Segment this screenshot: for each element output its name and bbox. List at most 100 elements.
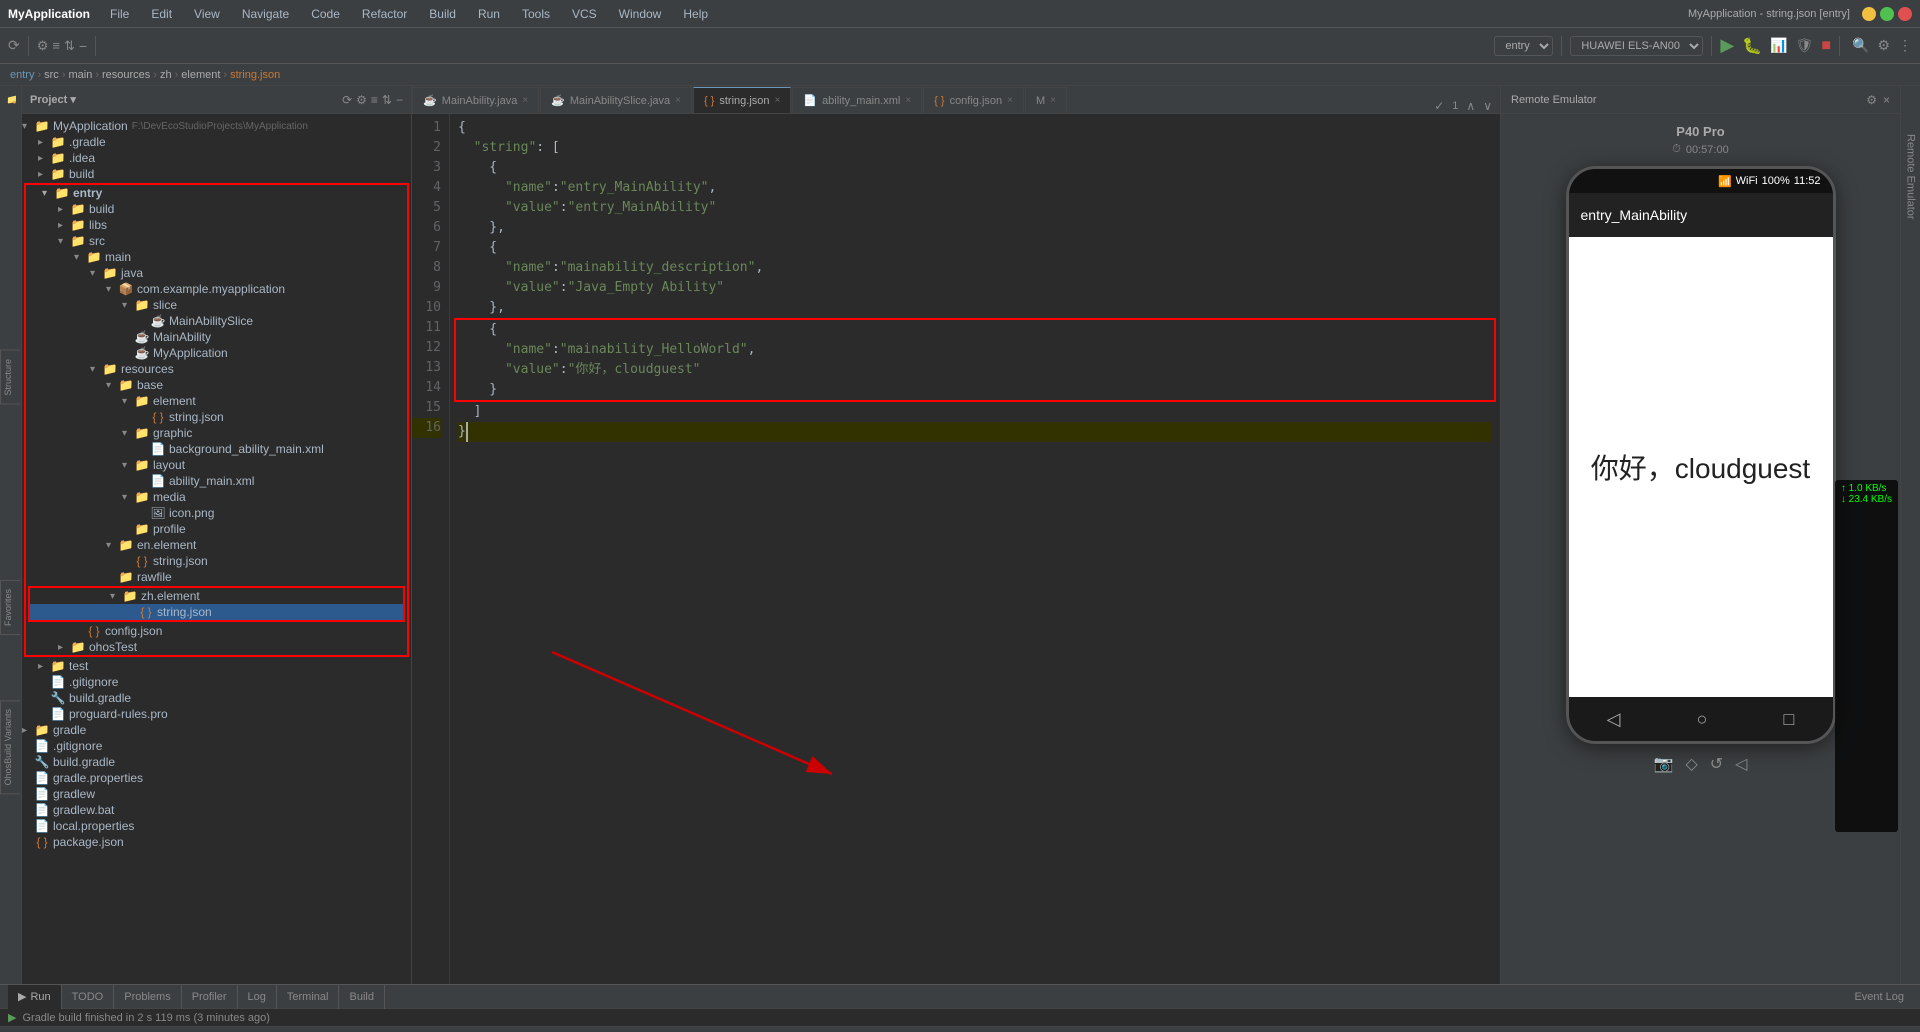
tab-close-xml[interactable]: × — [905, 95, 911, 106]
menu-run[interactable]: Run — [474, 5, 504, 23]
tab-ability-xml[interactable]: 📄 ability_main.xml × — [792, 87, 922, 113]
btab-build[interactable]: Build — [339, 985, 384, 1009]
project-cog-icon[interactable]: ⚙ — [356, 93, 367, 107]
project-sync-icon[interactable]: ⟳ — [342, 93, 352, 107]
tree-item-ohostest[interactable]: ▸ 📁 ohosTest — [26, 639, 407, 655]
toolbar-coverage-button[interactable]: 🛡 — [1796, 37, 1814, 54]
tree-item-icon-png[interactable]: ▸ 🖼 icon.png — [26, 505, 407, 521]
structure-tab[interactable]: Structure — [0, 350, 20, 405]
tree-item-build[interactable]: ▸ 📁 build — [26, 201, 407, 217]
nav-back-button[interactable]: ◁ — [1607, 709, 1621, 730]
tab-close-more[interactable]: × — [1050, 95, 1056, 106]
tree-item-ability-xml[interactable]: ▸ 📄 ability_main.xml — [26, 473, 407, 489]
tree-item-proguard[interactable]: ▸ 📄 proguard-rules.pro — [22, 706, 411, 722]
tree-item-java[interactable]: ▾ 📁 java — [26, 265, 407, 281]
tab-config-json[interactable]: { } config.json × — [923, 87, 1024, 113]
menu-tools[interactable]: Tools — [518, 5, 554, 23]
tree-item-string-en[interactable]: ▸ { } string.json — [26, 553, 407, 569]
tree-item-slice[interactable]: ▾ 📁 slice — [26, 297, 407, 313]
tree-item-myapplication[interactable]: ▾ 📁 MyApplication F:\DevEcoStudioProject… — [22, 118, 411, 134]
phone-screenshot-icon[interactable]: 📷 — [1654, 754, 1674, 774]
toolbar-icon-sync[interactable]: ⟳ — [8, 37, 20, 54]
menu-refactor[interactable]: Refactor — [358, 5, 411, 23]
menu-help[interactable]: Help — [679, 5, 712, 23]
code-editor[interactable]: 1 2 3 4 5 6 7 8 9 10 11 12 13 14 15 16 — [412, 114, 1500, 984]
project-collapse-icon[interactable]: − — [396, 93, 403, 107]
nav-recents-button[interactable]: □ — [1784, 709, 1795, 730]
phone-unknown-icon[interactable]: ◇ — [1685, 754, 1697, 774]
toolbar-more-button[interactable]: ⋮ — [1898, 37, 1912, 54]
tree-item-package-json[interactable]: ▸ { } package.json — [22, 834, 411, 850]
tab-close-mainability[interactable]: × — [522, 95, 528, 106]
menu-edit[interactable]: Edit — [147, 5, 176, 23]
tab-string-json[interactable]: { } string.json × — [693, 87, 791, 113]
nav-home-button[interactable]: ○ — [1697, 709, 1708, 730]
tree-item-gradle-properties[interactable]: ▸ 📄 gradle.properties — [22, 770, 411, 786]
menu-build[interactable]: Build — [425, 5, 460, 23]
tree-item-rawfile[interactable]: ▸ 📁 rawfile — [26, 569, 407, 585]
device-select[interactable]: HUAWEI ELS-AN00 — [1570, 36, 1703, 56]
toolbar-icon-list[interactable]: ≡ — [52, 38, 60, 53]
tree-item-build-root[interactable]: ▸ 📁 build — [22, 166, 411, 182]
tree-item-gradle[interactable]: ▸ 📁 .gradle — [22, 134, 411, 150]
tree-item-string-base[interactable]: ▸ { } string.json — [26, 409, 407, 425]
btab-problems[interactable]: Problems — [114, 985, 181, 1009]
menu-file[interactable]: File — [106, 5, 133, 23]
phone-rotate-icon[interactable]: ↺ — [1710, 754, 1723, 774]
toolbar-profile-button[interactable]: 📊 — [1770, 37, 1787, 54]
tree-item-root-gitignore[interactable]: ▸ 📄 .gitignore — [22, 738, 411, 754]
tree-item-root-build-gradle[interactable]: ▸ 🔧 build.gradle — [22, 754, 411, 770]
toolbar-stop-button[interactable]: ■ — [1821, 37, 1831, 55]
tab-more[interactable]: M × — [1025, 87, 1067, 113]
tree-item-local-properties[interactable]: ▸ 📄 local.properties — [22, 818, 411, 834]
tree-item-src[interactable]: ▾ 📁 src — [26, 233, 407, 249]
tree-item-idea[interactable]: ▸ 📁 .idea — [22, 150, 411, 166]
toolbar-icon-config[interactable]: ⚙ — [37, 38, 49, 54]
project-sort-icon[interactable]: ⇅ — [382, 93, 392, 107]
tree-item-media[interactable]: ▾ 📁 media — [26, 489, 407, 505]
tree-item-gradlew-bat[interactable]: ▸ 📄 gradlew.bat — [22, 802, 411, 818]
btab-todo[interactable]: TODO — [62, 985, 115, 1009]
toolbar-debug-button[interactable]: 🐛 — [1742, 36, 1762, 56]
tree-item-build-gradle[interactable]: ▸ 🔧 build.gradle — [22, 690, 411, 706]
tree-item-mainabilityslice[interactable]: ▸ ☕ MainAbilitySlice — [26, 313, 407, 329]
breadcrumb-resources[interactable]: resources — [102, 69, 150, 81]
tab-mainabilityslice-java[interactable]: ☕ MainAbilitySlice.java × — [540, 87, 692, 113]
project-panel-icon[interactable]: 📁 — [2, 90, 20, 108]
ohosbuild-variants-tab[interactable]: OhosBuild Variants — [0, 700, 20, 794]
favorites-tab[interactable]: Favorites — [0, 580, 20, 635]
tree-item-entry[interactable]: ▾ 📁 entry — [26, 185, 407, 201]
project-list-icon[interactable]: ≡ — [371, 93, 378, 107]
tree-item-myapplication-class[interactable]: ▸ ☕ MyApplication — [26, 345, 407, 361]
toolbar-search-button[interactable]: 🔍 — [1852, 37, 1869, 54]
tab-close-string[interactable]: × — [775, 95, 781, 106]
maximize-button[interactable] — [1880, 7, 1894, 21]
menu-window[interactable]: Window — [615, 5, 666, 23]
tree-item-gradle-folder[interactable]: ▸ 📁 gradle — [22, 722, 411, 738]
btab-profiler[interactable]: Profiler — [182, 985, 238, 1009]
close-button[interactable] — [1898, 7, 1912, 21]
tree-item-resources[interactable]: ▾ 📁 resources — [26, 361, 407, 377]
toolbar-icon-minus[interactable]: − — [79, 38, 87, 54]
event-log-button[interactable]: Event Log — [1846, 991, 1912, 1003]
breadcrumb-src[interactable]: src — [44, 69, 59, 81]
tab-close-slice[interactable]: × — [675, 95, 681, 106]
tree-item-main[interactable]: ▾ 📁 main — [26, 249, 407, 265]
tree-item-test[interactable]: ▸ 📁 test — [22, 658, 411, 674]
re-settings-icon[interactable]: ⚙ — [1866, 93, 1877, 107]
toolbar-run-button[interactable]: ▶ — [1720, 35, 1734, 56]
remote-emulator-side-label[interactable]: Remote Emulator — [1903, 126, 1919, 228]
tree-item-gitignore[interactable]: ▸ 📄 .gitignore — [22, 674, 411, 690]
tree-item-mainability[interactable]: ▸ ☕ MainAbility — [26, 329, 407, 345]
tree-item-bg-xml[interactable]: ▸ 📄 background_ability_main.xml — [26, 441, 407, 457]
toolbar-icon-sort[interactable]: ⇅ — [64, 38, 75, 54]
code-content[interactable]: { "string": [ { "name": "entry_MainAbili… — [450, 114, 1500, 984]
re-close-icon[interactable]: × — [1883, 93, 1890, 107]
tree-item-base[interactable]: ▾ 📁 base — [26, 377, 407, 393]
tree-item-zh-element[interactable]: ▾ 📁 zh.element — [30, 588, 403, 604]
breadcrumb-zh[interactable]: zh — [160, 69, 172, 81]
breadcrumb-main[interactable]: main — [68, 69, 92, 81]
minimize-button[interactable] — [1862, 7, 1876, 21]
tree-item-element[interactable]: ▾ 📁 element — [26, 393, 407, 409]
breadcrumb-entry[interactable]: entry — [10, 69, 34, 81]
